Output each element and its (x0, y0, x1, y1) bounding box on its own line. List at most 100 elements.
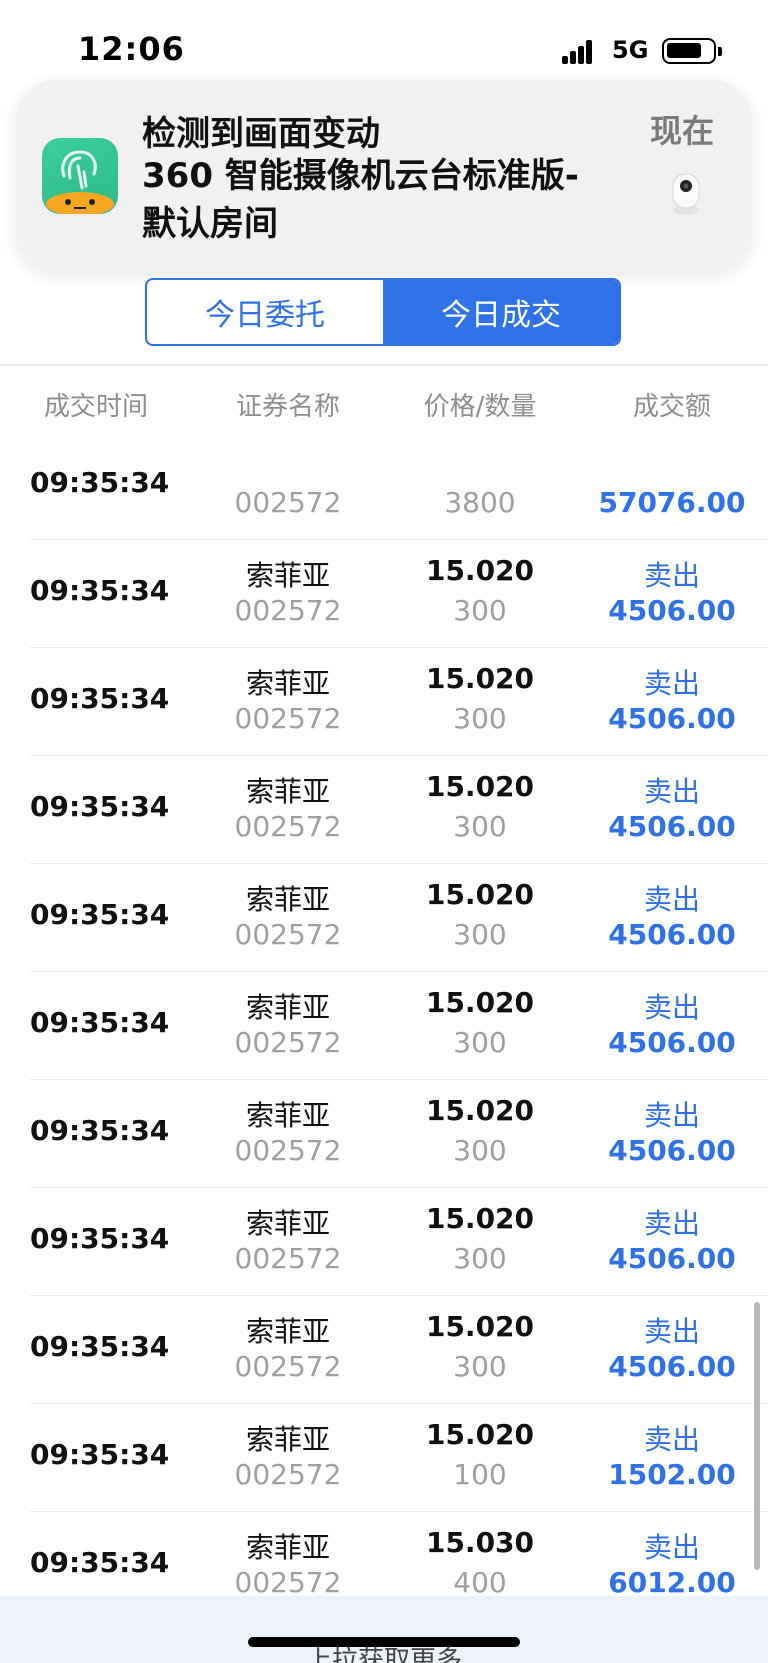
deal-amount: 4506.00 (608, 594, 736, 627)
deal-amount: 1502.00 (608, 1458, 736, 1491)
deal-quantity: 300 (453, 702, 507, 735)
security-code: 002572 (234, 1134, 342, 1167)
security-code: 002572 (234, 594, 342, 627)
deal-time: 09:35:34 (30, 1546, 170, 1579)
segment-control: 今日委托 今日成交 (145, 278, 621, 346)
table-row[interactable]: 09:35:34 索菲亚 002572 15.020 300 卖出 4506.0… (0, 1188, 768, 1296)
deal-amount: 4506.00 (608, 1134, 736, 1167)
table-row[interactable]: 09:35:34 索菲亚 002572 15.020 100 卖出 1502.0… (0, 1404, 768, 1512)
table-row[interactable]: 09:35:34 索菲亚 002572 15.020 300 卖出 4506.0… (0, 1296, 768, 1404)
security-code: 002572 (234, 486, 342, 519)
deal-price: 15.020 (425, 878, 535, 911)
deal-price: 15.020 (425, 770, 535, 803)
header-name: 证券名称 (235, 392, 340, 422)
deal-quantity: 300 (453, 1134, 507, 1167)
notification-time: 现在 (649, 112, 714, 150)
table-row[interactable]: 09:35:34 索菲亚 002572 15.020 300 卖出 4506.0… (0, 756, 768, 864)
deal-time: 09:35:34 (30, 682, 170, 715)
header-amount: 成交额 (632, 392, 711, 422)
deal-time: 09:35:34 (30, 1222, 170, 1255)
deal-time: 09:35:34 (30, 898, 170, 931)
deal-time: 09:35:34 (30, 1006, 170, 1039)
table-row[interactable]: 09:35:34 索菲亚 002572 15.020 300 卖出 4506.0… (0, 540, 768, 648)
deal-time: 09:35:34 (30, 1114, 170, 1147)
deal-amount: 4506.00 (608, 702, 736, 735)
table-row[interactable]: 09:35:34 索菲亚 002572 15.020 300 卖出 4506.0… (0, 864, 768, 972)
deal-direction: 卖出 (643, 775, 700, 808)
deal-direction: 卖出 (643, 1207, 700, 1240)
security-name: 索菲亚 (245, 1315, 330, 1348)
security-code: 002572 (234, 1566, 342, 1596)
deal-time: 09:35:34 (30, 466, 170, 499)
security-name: 索菲亚 (245, 883, 330, 916)
tab-today-deals[interactable]: 今日成交 (383, 280, 619, 344)
security-code: 002572 (234, 1242, 342, 1275)
deal-price: 15.030 (425, 1526, 535, 1559)
notification-body: 360 智能摄像机云台标准版-默认房间 (142, 156, 579, 244)
header-price-qty: 价格/数量 (423, 392, 537, 422)
notification-banner[interactable]: 检测到画面变动 360 智能摄像机云台标准版-默认房间 现在 (16, 80, 752, 272)
deal-price: 15.020 (425, 1094, 535, 1127)
deal-quantity: 300 (453, 1026, 507, 1059)
deal-price: 15.020 (425, 662, 535, 695)
scrollbar[interactable] (754, 1302, 760, 1570)
security-code: 002572 (234, 810, 342, 843)
deal-time: 09:35:34 (30, 1330, 170, 1363)
deal-quantity: 300 (453, 918, 507, 951)
deal-quantity: 3800 (444, 486, 516, 519)
deal-amount: 4506.00 (608, 810, 736, 843)
security-name: 索菲亚 (245, 1423, 330, 1456)
deal-quantity: 300 (453, 594, 507, 627)
security-name: 索菲亚 (245, 667, 330, 700)
deal-price: 15.020 (425, 1310, 535, 1343)
security-name: 索菲亚 (245, 559, 330, 592)
deal-time: 09:35:34 (30, 574, 170, 607)
deal-direction: 卖出 (643, 1531, 700, 1564)
table-row[interactable]: 09:35:34 索菲亚 002572 15.020 300 卖出 4506.0… (0, 972, 768, 1080)
table-row[interactable]: 09:35:34 索菲亚 002572 15.020 300 卖出 4506.0… (0, 1080, 768, 1188)
deal-quantity: 300 (453, 1350, 507, 1383)
security-name: 索菲亚 (245, 775, 330, 808)
deal-amount: 6012.00 (608, 1566, 736, 1596)
home-indicator[interactable] (248, 1637, 520, 1647)
deal-price: 15.020 (425, 1202, 535, 1235)
deal-amount: 4506.00 (608, 918, 736, 951)
table-row[interactable]: 09:35:34 索菲亚 002572 15.030 400 卖出 6012.0… (0, 1512, 768, 1596)
divider (0, 364, 768, 366)
tab-today-orders[interactable]: 今日委托 (147, 280, 383, 344)
deal-amount: 4506.00 (608, 1026, 736, 1059)
deal-list[interactable]: 09:35:34 002572 3800 57076.00 09:35:34 索… (0, 450, 768, 1596)
notification-title: 检测到画面变动 (142, 114, 380, 154)
table-header: 成交时间 证券名称 价格/数量 成交额 (0, 386, 768, 434)
status-time: 12:06 (78, 30, 185, 68)
deal-direction: 卖出 (643, 883, 700, 916)
security-name: 索菲亚 (245, 1099, 330, 1132)
deal-quantity: 100 (453, 1458, 507, 1491)
deal-direction: 卖出 (643, 1315, 700, 1348)
deal-direction: 卖出 (643, 1423, 700, 1456)
deal-amount: 4506.00 (608, 1350, 736, 1383)
deal-quantity: 300 (453, 1242, 507, 1275)
deal-price: 15.020 (425, 1418, 535, 1451)
security-code: 002572 (234, 1458, 342, 1491)
table-row[interactable]: 09:35:34 002572 3800 57076.00 (0, 450, 768, 540)
load-more-area[interactable]: 上拉获取更多 (0, 1596, 768, 1663)
deal-direction: 卖出 (643, 559, 700, 592)
deal-direction: 卖出 (643, 1099, 700, 1132)
security-code: 002572 (234, 1350, 342, 1383)
battery-icon (662, 38, 722, 64)
security-name: 索菲亚 (245, 991, 330, 1024)
header-time: 成交时间 (43, 392, 148, 422)
deal-amount: 4506.00 (608, 1242, 736, 1275)
security-name: 索菲亚 (245, 1207, 330, 1240)
deal-time: 09:35:34 (30, 790, 170, 823)
app-icon (42, 138, 118, 214)
deal-price: 15.020 (425, 554, 535, 587)
deal-direction: 卖出 (643, 991, 700, 1024)
deal-amount: 57076.00 (598, 486, 746, 519)
deal-time: 09:35:34 (30, 1438, 170, 1471)
security-name: 索菲亚 (245, 1531, 330, 1564)
table-row[interactable]: 09:35:34 索菲亚 002572 15.020 300 卖出 4506.0… (0, 648, 768, 756)
deal-direction: 卖出 (643, 667, 700, 700)
security-code: 002572 (234, 702, 342, 735)
